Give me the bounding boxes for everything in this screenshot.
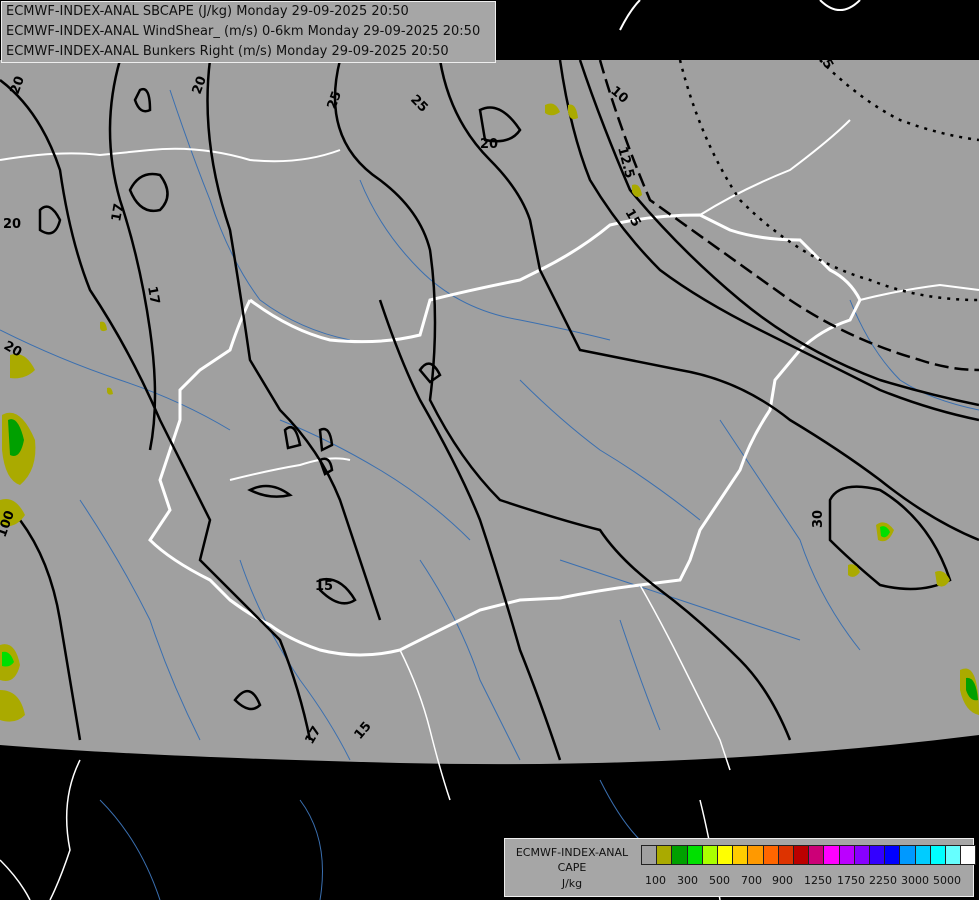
legend-swatch	[929, 845, 946, 865]
legend-swatch	[808, 845, 825, 865]
title-line-windshear: ECMWF-INDEX-ANAL WindShear_ (m/s) 0-6km …	[6, 24, 481, 39]
legend-swatch	[641, 845, 658, 865]
legend-tick-label: 700	[741, 874, 762, 887]
title-line-sbcape: ECMWF-INDEX-ANAL SBCAPE (J/kg) Monday 29…	[6, 4, 409, 19]
legend-swatch	[717, 845, 734, 865]
title-box: ECMWF-INDEX-ANAL SBCAPE (J/kg) Monday 29…	[1, 1, 496, 63]
legend-swatch	[945, 845, 962, 865]
legend-swatch	[732, 845, 749, 865]
legend-tick-label: 300	[677, 874, 698, 887]
contour-label: 15	[315, 579, 333, 594]
legend-title: ECMWF-INDEX-ANAL	[515, 846, 629, 859]
contour-label: 30	[811, 510, 826, 528]
legend-tick-label: 2250	[869, 874, 897, 887]
legend-swatch	[838, 845, 855, 865]
legend-swatch	[701, 845, 718, 865]
legend-swatch	[853, 845, 870, 865]
map-canvas: 20 20 20 20 20 25 25 17 17 17 15 15 15 1…	[0, 0, 979, 900]
legend-swatch	[762, 845, 779, 865]
legend-swatch	[914, 845, 931, 865]
title-line-bunkers: ECMWF-INDEX-ANAL Bunkers Right (m/s) Mon…	[6, 44, 449, 59]
legend-swatch	[960, 845, 977, 865]
legend-tick-label: 500	[709, 874, 730, 887]
legend-tick-label: 1750	[837, 874, 865, 887]
contour-label: 17	[144, 285, 162, 305]
legend-swatch	[899, 845, 916, 865]
legend-variable: CAPE	[557, 861, 587, 874]
legend-tick-label: 100	[645, 874, 666, 887]
contour-label: 17	[109, 202, 127, 222]
legend-units: J/kg	[561, 877, 583, 890]
legend-swatch	[656, 845, 673, 865]
legend-swatch	[747, 845, 764, 865]
legend-swatch	[884, 845, 901, 865]
legend-swatch	[823, 845, 840, 865]
contour-label: 20	[480, 137, 498, 152]
domain-area	[0, 60, 979, 765]
cape-legend: ECMWF-INDEX-ANAL CAPE J/kg 100 300 500 700 9…	[504, 838, 977, 897]
legend-swatch	[777, 845, 794, 865]
legend-tick-label: 5000	[933, 874, 961, 887]
legend-tick-label: 900	[772, 874, 793, 887]
legend-swatch	[686, 845, 703, 865]
contour-label: 20	[3, 217, 21, 232]
legend-tick-label: 1250	[804, 874, 832, 887]
legend-swatch	[793, 845, 810, 865]
legend-swatch	[671, 845, 688, 865]
legend-tick-label: 3000	[901, 874, 929, 887]
map-svg: 20 20 20 20 20 25 25 17 17 17 15 15 15 1…	[0, 0, 979, 900]
legend-swatch	[869, 845, 886, 865]
